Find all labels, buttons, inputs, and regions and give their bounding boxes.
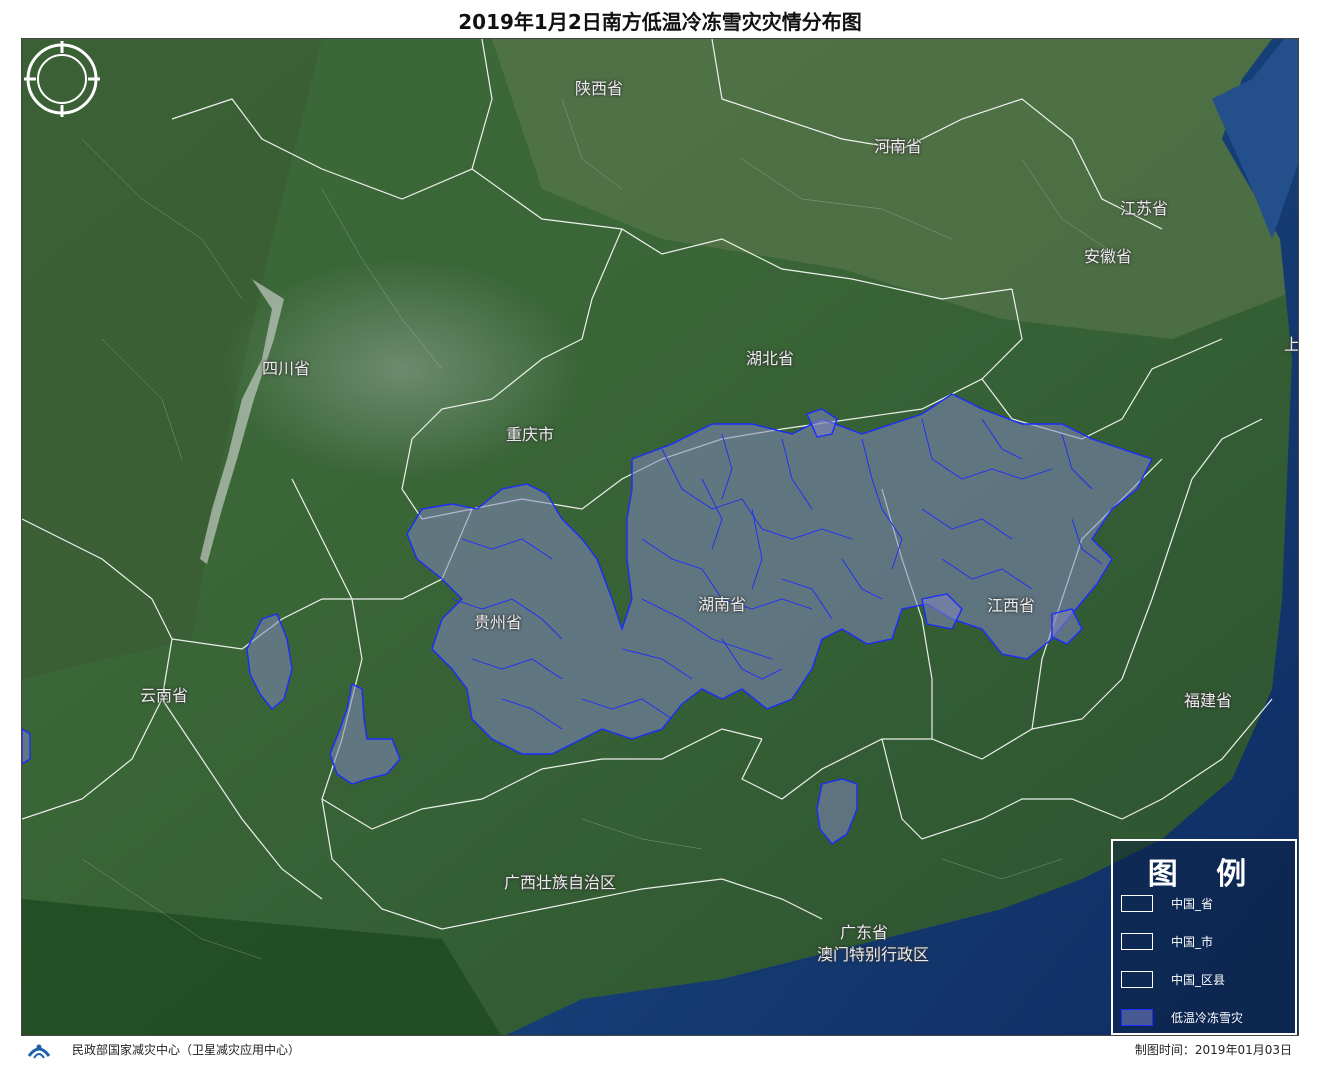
label-hubei: 湖北省 — [746, 349, 795, 368]
footer-organization: 民政部国家减灾中心（卫星减灾应用中心） — [72, 1043, 301, 1057]
legend-item-county: 中国_区县 — [1121, 969, 1291, 991]
label-shaanxi: 陕西省 — [575, 79, 624, 98]
label-guizhou: 贵州省 — [474, 613, 523, 632]
legend-label: 中国_区县 — [1171, 973, 1226, 987]
legend-item-city: 中国_市 — [1121, 931, 1291, 953]
county-swatch-icon — [1121, 971, 1153, 988]
label-jiangxi: 江西省 — [987, 596, 1036, 615]
label-fujian: 福建省 — [1184, 691, 1233, 710]
ndrcc-logo-icon — [27, 1044, 51, 1059]
legend-label: 中国_省 — [1171, 897, 1214, 911]
compass-icon — [24, 41, 100, 117]
label-guangdong: 广东省 — [840, 923, 889, 942]
map-canvas[interactable]: 陕西省 河南省 江苏省 安徽省 四川省 湖北省 重庆市 贵州省 湖南省 江西省 … — [21, 38, 1299, 1036]
legend-item-disaster: 低温冷冻雪灾 — [1121, 1007, 1291, 1029]
label-shanghai: 上 — [1284, 335, 1299, 354]
footer-made-time: 制图时间：2019年01月03日 — [1134, 1043, 1292, 1057]
legend-label: 中国_市 — [1171, 935, 1214, 949]
label-jiangsu: 江苏省 — [1120, 199, 1169, 218]
legend-title: 图 例 — [1147, 857, 1261, 892]
label-anhui: 安徽省 — [1084, 247, 1133, 266]
label-guangxi: 广西壮族自治区 — [504, 873, 617, 892]
province-swatch-icon — [1121, 895, 1153, 912]
label-sichuan: 四川省 — [262, 359, 311, 378]
label-henan: 河南省 — [874, 137, 923, 156]
label-chongqing: 重庆市 — [506, 425, 555, 444]
disaster-swatch-icon — [1121, 1009, 1153, 1026]
legend-item-province: 中国_省 — [1121, 893, 1291, 915]
map-title: 2019年1月2日南方低温冷冻雪灾灾情分布图 — [458, 10, 862, 34]
legend-label: 低温冷冻雪灾 — [1171, 1011, 1244, 1025]
city-swatch-icon — [1121, 933, 1153, 950]
map-legend: 图 例 中国_省 中国_市 中国_区县 低温冷冻雪灾 — [1111, 839, 1297, 1035]
satellite-map — [22, 39, 1298, 1035]
label-yunnan: 云南省 — [140, 686, 189, 705]
label-macau: 澳门特别行政区 — [817, 945, 930, 964]
label-hunan: 湖南省 — [698, 595, 747, 614]
